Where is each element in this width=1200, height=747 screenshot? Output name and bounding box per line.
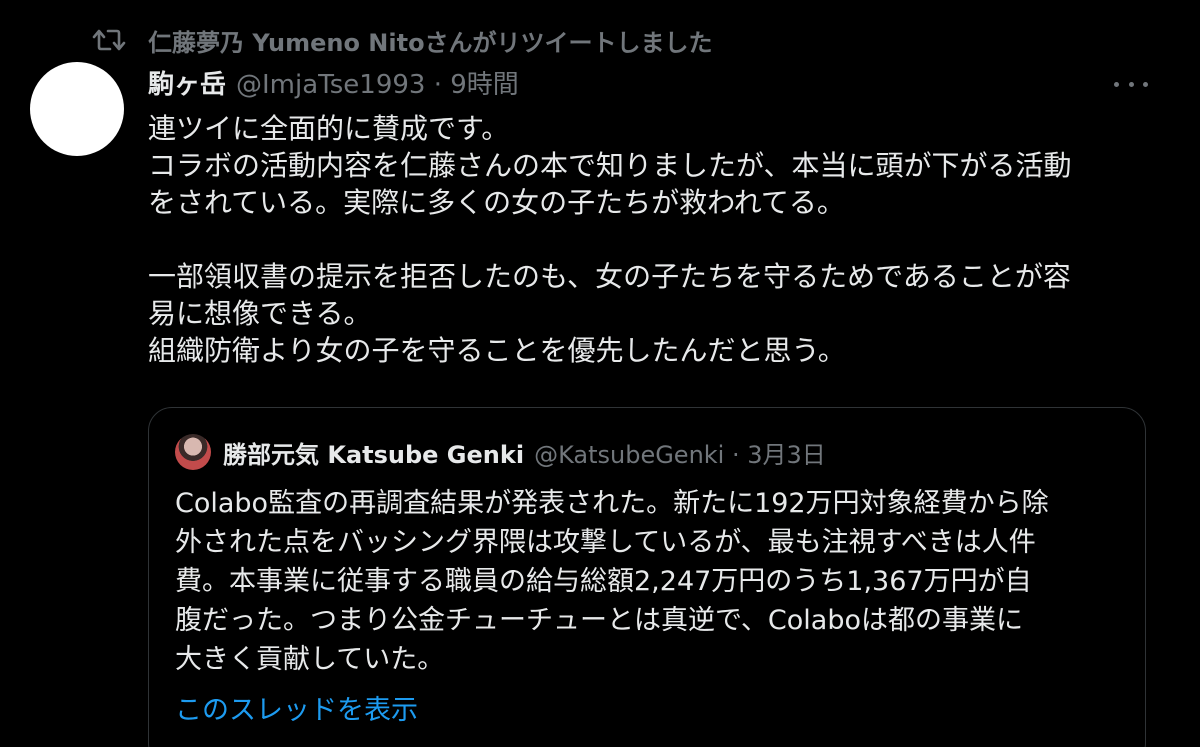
tweet-line: 一部領収書の提示を拒否したのも、女の子たちを守るためであることが容 — [148, 260, 1071, 293]
quote-header: 勝部元気 Katsube Genki @KatsubeGenki · 3月3日 — [223, 434, 826, 470]
quoted-tweet[interactable]: 勝部元気 Katsube Genki @KatsubeGenki · 3月3日 … — [148, 407, 1146, 747]
avatar[interactable] — [30, 62, 124, 156]
quote-handle-time[interactable]: @KatsubeGenki · 3月3日 — [534, 435, 826, 470]
quote-line: 腹だった。つまり公金チューチューとは真逆で、Colaboは都の事業に — [175, 605, 1023, 636]
more-dot — [1114, 81, 1119, 87]
show-thread-link[interactable]: このスレッドを表示 — [175, 688, 418, 727]
quote-line: 外された点をバッシング界隈は攻撃しているが、最も注視すべきは人件 — [175, 527, 1036, 558]
author-display-name[interactable]: 駒ヶ岳 — [148, 64, 226, 101]
author-handle-time[interactable]: @ImjaTse1993 · 9時間 — [236, 64, 519, 101]
quote-line: Colabo監査の再調査結果が発表された。新たに192万円対象経費から除 — [175, 488, 1049, 519]
tweet-text: 連ツイに全面的に賛成です。 コラボの活動内容を仁藤さんの本で知りましたが、本当に… — [148, 110, 1158, 369]
tweet-page: 仁藤夢乃 Yumeno Nitoさんがリツイートしました 駒ヶ岳 @ImjaTs… — [0, 0, 1200, 747]
quote-text: Colabo監査の再調査結果が発表された。新たに192万円対象経費から除 外され… — [175, 484, 1125, 679]
tweet-line: をされている。実際に多くの女の子たちが救われてる。 — [148, 186, 845, 219]
retweet-label: 仁藤夢乃 Yumeno Nitoさんがリツイートしました — [148, 28, 713, 57]
retweet-context[interactable]: 仁藤夢乃 Yumeno Nitoさんがリツイートしました — [92, 22, 713, 58]
more-dot — [1128, 81, 1134, 87]
quote-avatar[interactable] — [175, 434, 211, 470]
retweet-icon — [92, 25, 126, 55]
quote-line: 大きく貢献していた。 — [175, 644, 445, 675]
tweet-line: 易に想像できる。 — [148, 297, 372, 330]
quote-display-name[interactable]: 勝部元気 Katsube Genki — [223, 435, 524, 470]
tweet-line: 組織防衛より女の子を守ることを優先したんだと思う。 — [148, 334, 846, 367]
more-dot — [1143, 81, 1148, 87]
quote-line: 費。本事業に従事する職員の給与総額2,247万円のうち1,367万円が自 — [175, 566, 1032, 597]
tweet-header: 駒ヶ岳 @ImjaTse1993 · 9時間 — [148, 64, 519, 100]
tweet-line: 連ツイに全面的に賛成です。 — [148, 112, 510, 145]
more-icon[interactable] — [1114, 72, 1148, 96]
tweet-line: コラボの活動内容を仁藤さんの本で知りましたが、本当に頭が下がる活動 — [148, 149, 1072, 182]
